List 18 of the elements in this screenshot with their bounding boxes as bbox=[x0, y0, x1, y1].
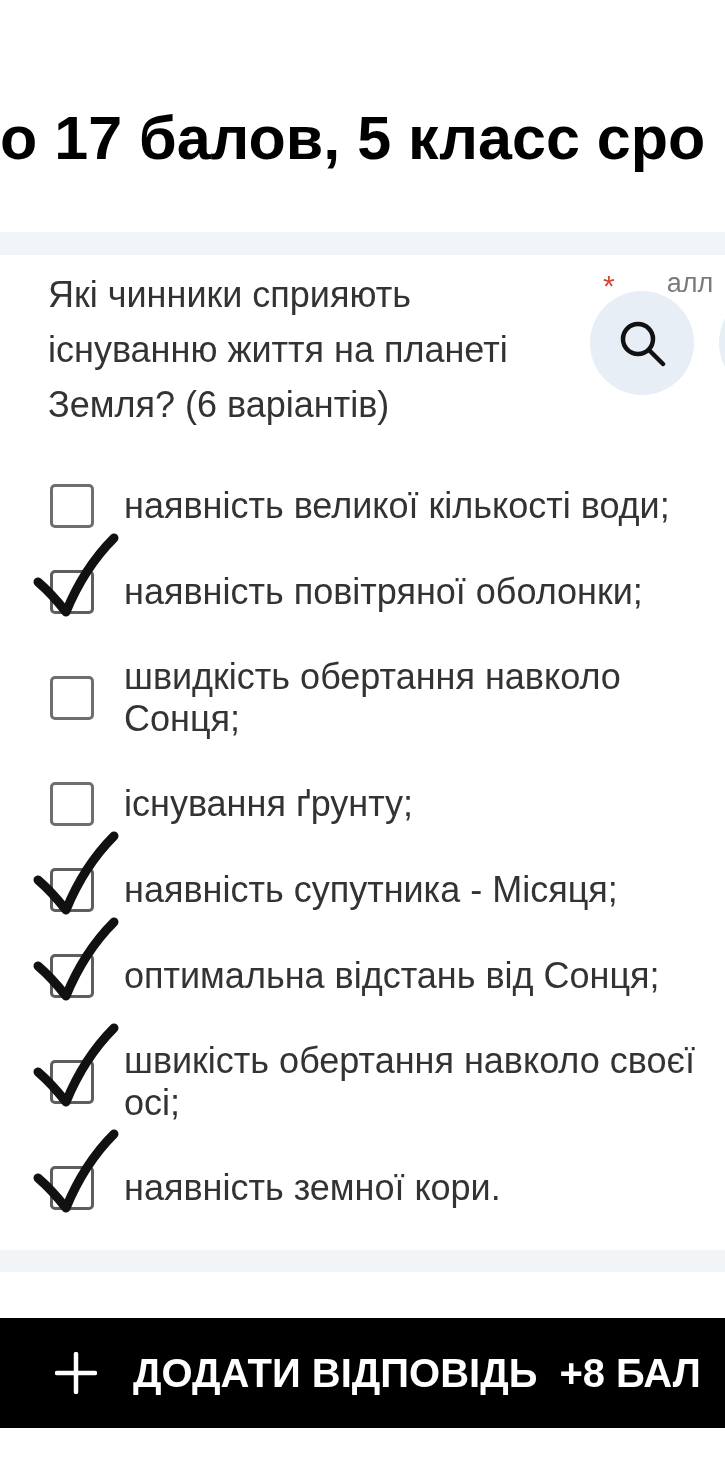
checkbox[interactable] bbox=[50, 484, 94, 528]
option-label: існування ґрунту; bbox=[124, 783, 415, 825]
add-answer-button[interactable]: ДОДАТИ ВІДПОВІДЬ +8 БАЛ bbox=[0, 1318, 725, 1428]
plus-icon bbox=[55, 1352, 97, 1394]
option-label: оптимальна відстань від Сонця; bbox=[124, 955, 661, 997]
option-label: швидкість обертання навколо Сонця; bbox=[124, 656, 622, 740]
option-label: наявність земної кори. bbox=[124, 1167, 502, 1209]
option-label: наявність великої кількості води; bbox=[124, 485, 671, 527]
checkbox[interactable] bbox=[50, 782, 94, 826]
option-label: наявність супутника - Місяця; bbox=[124, 869, 619, 911]
question-text: Які чинники сприяють існуванню життя на планеті Земля? (6 варіантів) bbox=[48, 273, 509, 427]
option-label: наявність повітряної оболонки; bbox=[124, 571, 644, 613]
search-icon bbox=[618, 319, 666, 367]
points-label: алл bbox=[666, 269, 714, 297]
option-label: швикість обертання навколо своєї осі; bbox=[124, 1040, 696, 1124]
checkbox[interactable] bbox=[50, 676, 94, 720]
required-asterisk: * bbox=[603, 271, 615, 301]
page-title: о 17 балов, 5 класс сро bbox=[0, 103, 707, 174]
